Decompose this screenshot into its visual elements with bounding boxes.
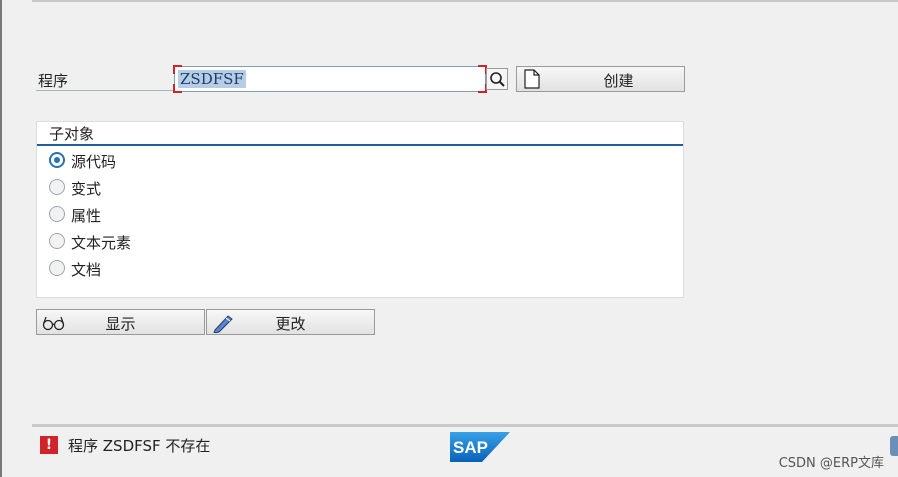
search-icon (490, 72, 505, 87)
radio-label: 变式 (71, 180, 102, 198)
display-button-label: 显示 (105, 315, 136, 333)
program-row: 程序 ZSDFSF 创建 (36, 65, 686, 94)
program-input-value[interactable]: ZSDFSF (178, 70, 246, 88)
window-top-border (32, 0, 898, 2)
change-button[interactable]: 更改 (206, 309, 375, 335)
value-help-button[interactable] (486, 68, 508, 90)
watermark: CSDN @ERP文库 (778, 456, 884, 471)
radio-label: 文本元素 (71, 234, 132, 252)
radio-label: 文档 (71, 261, 102, 279)
program-label: 程序 (38, 72, 69, 90)
create-button[interactable]: 创建 (516, 66, 685, 92)
display-button[interactable]: 显示 (36, 309, 205, 335)
svg-text:SAP: SAP (453, 438, 488, 457)
label-underline (36, 90, 174, 91)
window-left-border (0, 0, 2, 477)
radio-button[interactable] (49, 179, 65, 195)
group-title-divider (37, 144, 683, 146)
status-bar-expand-button[interactable] (890, 436, 898, 456)
radio-button[interactable] (49, 260, 65, 276)
program-input[interactable]: ZSDFSF (173, 65, 487, 93)
subobjects-group: 子对象 源代码 变式 属性 文本元素 文档 (36, 121, 684, 298)
status-message: 程序 ZSDFSF 不存在 (68, 437, 211, 455)
exclamation-icon: ! (40, 436, 58, 454)
radio-label: 属性 (71, 207, 102, 225)
create-button-label: 创建 (603, 72, 634, 90)
subobjects-title: 子对象 (49, 125, 95, 143)
radio-button[interactable] (49, 206, 65, 222)
sap-logo: SAP (450, 432, 510, 462)
radio-label: 源代码 (71, 153, 117, 171)
status-bar-divider (32, 424, 898, 427)
change-button-label: 更改 (275, 315, 306, 333)
radio-button[interactable] (49, 233, 65, 249)
radio-button-selected[interactable] (49, 152, 65, 168)
